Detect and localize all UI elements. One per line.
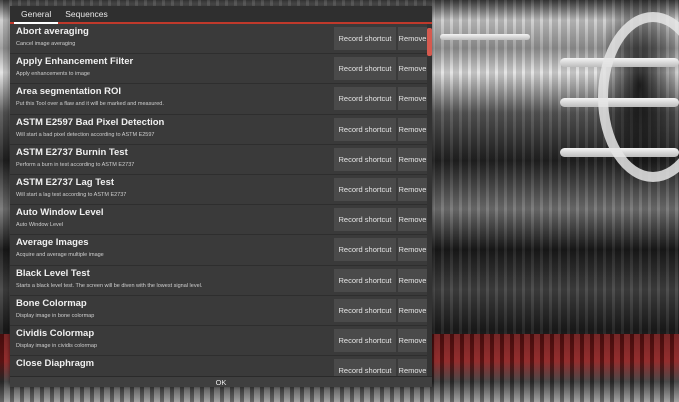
remove-button[interactable]: Remove [398,328,427,352]
shortcut-title: ASTM E2597 Bad Pixel Detection [16,116,165,128]
shortcut-description: Display image in bone colormap [16,312,95,319]
shortcut-description: Will start a lag test according to ASTM … [16,191,127,198]
shortcut-list: Abort averaging Cancel image averaging R… [10,24,432,376]
remove-button[interactable]: Remove [398,177,427,201]
shortcut-title: Black Level Test [16,267,90,279]
remove-button[interactable]: Remove [398,268,427,292]
shortcut-row: Average Images Acquire and average multi… [10,235,432,266]
tab-general[interactable]: General [14,9,59,24]
shortcut-description: Cancel image averaging [16,41,76,47]
record-shortcut-button[interactable]: Record shortcut [334,359,396,376]
vertical-scrollbar[interactable] [427,24,432,376]
record-shortcut-button[interactable]: Record shortcut [334,117,396,141]
shortcut-title: Average Images [16,237,89,249]
shortcut-title: Cividis Colormap [16,327,95,339]
remove-button[interactable]: Remove [398,359,427,376]
scrollbar-thumb[interactable] [427,28,432,56]
remove-button[interactable]: Remove [398,87,427,111]
remove-button[interactable]: Remove [398,238,427,262]
shortcut-row: Black Level Test Starts a black level te… [10,266,432,296]
record-shortcut-button[interactable]: Record shortcut [334,177,396,201]
shortcut-row: ASTM E2597 Bad Pixel Detection Will star… [10,115,432,145]
record-shortcut-button[interactable]: Record shortcut [334,27,396,50]
shortcut-title: Auto Window Level [16,207,104,219]
tab-sequences[interactable]: Sequences [58,9,115,22]
xray-highlight-bar [440,34,530,40]
remove-button[interactable]: Remove [398,298,427,322]
shortcut-description: Perform a burn in test according to ASTM… [16,161,135,168]
record-shortcut-button[interactable]: Record shortcut [334,87,396,111]
shortcut-row: ASTM E2737 Burnin Test Perform a burn in… [10,145,432,175]
record-shortcut-button[interactable]: Record shortcut [334,208,396,232]
shortcut-title: Bone Colormap [16,297,87,309]
ok-button[interactable]: OK [10,376,432,387]
shortcuts-dialog: General Sequences Abort averaging Cancel… [10,6,432,387]
shortcut-row: Bone Colormap Display image in bone colo… [10,296,432,326]
shortcut-row: Area segmentation ROI Put this Tool over… [10,84,432,115]
shortcut-row: Abort averaging Cancel image averaging R… [10,24,432,55]
shortcut-row: Cividis Colormap Display image in cividi… [10,326,432,357]
shortcut-title: ASTM E2737 Lag Test [16,176,115,188]
shortcut-row: ASTM E2737 Lag Test Will start a lag tes… [10,175,432,206]
record-shortcut-button[interactable]: Record shortcut [334,298,396,322]
shortcut-row: Close Diaphragm Record shortcut Remove [10,356,432,376]
remove-button[interactable]: Remove [398,147,427,171]
shortcut-title: Abort averaging [16,26,89,37]
shortcut-row: Apply Enhancement Filter Apply enhanceme… [10,54,432,85]
shortcut-description: Starts a black level test. The screen wi… [16,282,203,289]
remove-button[interactable]: Remove [398,208,427,232]
shortcut-title: ASTM E2737 Burnin Test [16,146,128,158]
remove-button[interactable]: Remove [398,27,427,50]
record-shortcut-button[interactable]: Record shortcut [334,238,396,262]
shortcut-description: Auto Window Level [16,222,64,229]
record-shortcut-button[interactable]: Record shortcut [334,147,396,171]
shortcut-description: Put this Tool over a flaw and it will be… [16,101,164,108]
record-shortcut-button[interactable]: Record shortcut [334,57,396,81]
tab-bar: General Sequences [10,6,432,24]
remove-button[interactable]: Remove [398,57,427,81]
shortcut-description: Apply enhancements to image [16,71,90,78]
record-shortcut-button[interactable]: Record shortcut [334,268,396,292]
shortcut-row: Auto Window Level Auto Window Level Reco… [10,205,432,236]
record-shortcut-button[interactable]: Record shortcut [334,328,396,352]
shortcut-description: Will start a bad pixel detection accordi… [16,131,155,138]
shortcut-title: Area segmentation ROI [16,86,122,98]
remove-button[interactable]: Remove [398,117,427,141]
shortcut-description: Acquire and average multiple image [16,252,104,259]
shortcut-title: Close Diaphragm [16,358,95,370]
shortcut-description: Display image in cividis colormap [16,342,98,349]
shortcut-title: Apply Enhancement Filter [16,56,134,68]
